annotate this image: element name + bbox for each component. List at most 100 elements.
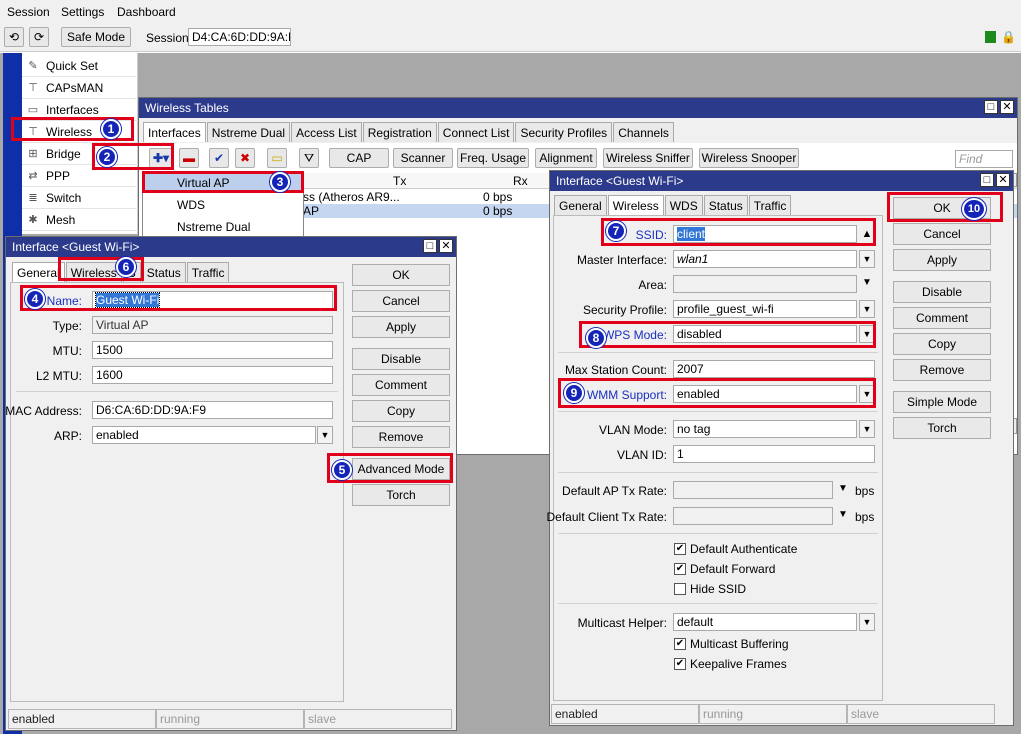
sidebar-item-wireless[interactable]: ⊤ Wireless bbox=[22, 121, 138, 143]
tab-general[interactable]: General bbox=[554, 195, 607, 215]
keepalive-frames-checkbox[interactable]: ✔ Keepalive Frames bbox=[674, 657, 787, 671]
menu-item-wds[interactable]: WDS bbox=[145, 196, 303, 214]
alignment-button[interactable]: Alignment bbox=[535, 148, 597, 168]
session-field[interactable]: D4:CA:6D:DD:9A:F8 bbox=[188, 28, 291, 46]
tab-connect-list[interactable]: Connect List bbox=[437, 122, 515, 142]
remove-button[interactable]: ▬ bbox=[179, 148, 199, 168]
master-interface-select[interactable]: wlan1 bbox=[673, 250, 857, 268]
column-tx[interactable]: Tx bbox=[393, 174, 406, 188]
hide-ssid-checkbox[interactable]: Hide SSID bbox=[674, 582, 746, 596]
wireless-sniffer-button[interactable]: Wireless Sniffer bbox=[603, 148, 693, 168]
wmm-support-select[interactable]: enabled bbox=[673, 385, 857, 403]
close-icon[interactable]: ✕ bbox=[996, 173, 1010, 187]
tab-wireless[interactable]: Wireless bbox=[607, 195, 664, 215]
sidebar-item-quick-set[interactable]: ✎ Quick Set bbox=[22, 55, 138, 77]
maximize-icon[interactable]: □ bbox=[423, 239, 437, 253]
arp-dropdown-button[interactable]: ▼ bbox=[317, 426, 333, 444]
tab-wireless[interactable]: Wireless bbox=[65, 262, 122, 282]
remove-button[interactable]: Remove bbox=[352, 426, 450, 448]
copy-button[interactable]: Copy bbox=[352, 400, 450, 422]
tab-interfaces[interactable]: Interfaces bbox=[143, 122, 206, 142]
disable-button[interactable]: ✖ bbox=[235, 148, 255, 168]
tab-traffic[interactable]: Traffic bbox=[186, 262, 230, 282]
vlan-id-input[interactable]: 1 bbox=[673, 445, 875, 463]
default-ap-tx-rate-dropdown[interactable]: ▼ bbox=[838, 483, 848, 494]
copy-button[interactable]: Copy bbox=[893, 333, 991, 355]
security-profile-dropdown[interactable]: ▼ bbox=[859, 300, 875, 318]
menu-item-nstreme-dual[interactable]: Nstreme Dual bbox=[145, 218, 303, 236]
tab-security-profiles[interactable]: Security Profiles bbox=[515, 122, 613, 142]
safe-mode-button[interactable]: Safe Mode bbox=[61, 27, 131, 47]
sidebar-item-bridge[interactable]: ⊞ Bridge bbox=[22, 143, 138, 165]
default-authenticate-checkbox[interactable]: ✔ Default Authenticate bbox=[674, 542, 797, 556]
close-icon[interactable]: ✕ bbox=[439, 239, 453, 253]
vlan-mode-dropdown[interactable]: ▼ bbox=[859, 420, 875, 438]
sidebar-item-ppp[interactable]: ⇄ PPP bbox=[22, 165, 138, 187]
close-icon[interactable]: ✕ bbox=[1000, 100, 1014, 114]
torch-button[interactable]: Torch bbox=[352, 484, 450, 506]
wps-mode-dropdown[interactable]: ▼ bbox=[859, 325, 875, 343]
tab-status[interactable]: Status bbox=[703, 195, 748, 215]
advanced-mode-button[interactable]: Advanced Mode bbox=[352, 458, 450, 480]
multicast-helper-dropdown[interactable]: ▼ bbox=[859, 613, 875, 631]
column-rx[interactable]: Rx bbox=[513, 174, 528, 188]
ssid-input[interactable]: client bbox=[673, 225, 857, 243]
master-interface-dropdown[interactable]: ▼ bbox=[859, 250, 875, 268]
maximize-icon[interactable]: □ bbox=[984, 100, 998, 114]
simple-mode-button[interactable]: Simple Mode bbox=[893, 391, 991, 413]
cancel-button[interactable]: Cancel bbox=[352, 290, 450, 312]
maximize-icon[interactable]: □ bbox=[980, 173, 994, 187]
apply-button[interactable]: Apply bbox=[893, 249, 991, 271]
menu-dashboard[interactable]: Dashboard bbox=[117, 5, 176, 19]
disable-button[interactable]: Disable bbox=[352, 348, 450, 370]
l2mtu-input[interactable]: 1600 bbox=[92, 366, 333, 384]
sidebar-item-mesh[interactable]: ✱ Mesh bbox=[22, 209, 138, 231]
torch-button[interactable]: Torch bbox=[893, 417, 991, 439]
ok-button[interactable]: OK bbox=[352, 264, 450, 286]
cap-button[interactable]: CAP bbox=[329, 148, 389, 168]
wmm-support-dropdown[interactable]: ▼ bbox=[859, 385, 875, 403]
undo-button[interactable]: ⟲ bbox=[4, 27, 24, 47]
sidebar-item-interfaces[interactable]: ▭ Interfaces bbox=[22, 99, 138, 121]
wps-mode-select[interactable]: disabled bbox=[673, 325, 857, 343]
area-dropdown[interactable]: ▼ bbox=[862, 277, 872, 288]
tab-nstreme-dual[interactable]: Nstreme Dual bbox=[206, 122, 291, 142]
multicast-buffering-checkbox[interactable]: ✔ Multicast Buffering bbox=[674, 637, 789, 651]
tab-access-list[interactable]: Access List bbox=[291, 122, 362, 142]
ssid-collapse-button[interactable]: ▲ bbox=[859, 225, 875, 243]
comment-button[interactable]: Comment bbox=[893, 307, 991, 329]
name-input[interactable]: Guest Wi-Fi bbox=[92, 291, 333, 309]
freq-usage-button[interactable]: Freq. Usage bbox=[457, 148, 529, 168]
menu-settings[interactable]: Settings bbox=[61, 5, 104, 19]
redo-button[interactable]: ⟳ bbox=[29, 27, 49, 47]
mac-address-input[interactable]: D6:CA:6D:DD:9A:F9 bbox=[92, 401, 333, 419]
enable-button[interactable]: ✔ bbox=[209, 148, 229, 168]
tab-general[interactable]: General bbox=[12, 262, 65, 282]
mtu-input[interactable]: 1500 bbox=[92, 341, 333, 359]
find-input[interactable]: Find bbox=[955, 150, 1013, 168]
default-client-tx-rate-dropdown[interactable]: ▼ bbox=[838, 509, 848, 520]
tab-registration[interactable]: Registration bbox=[362, 122, 437, 142]
sidebar-item-capsman[interactable]: ⊤ CAPsMAN bbox=[22, 77, 138, 99]
tab-traffic[interactable]: Traffic bbox=[748, 195, 792, 215]
apply-button[interactable]: Apply bbox=[352, 316, 450, 338]
filter-button[interactable]: ⛛ bbox=[299, 148, 319, 168]
disable-button[interactable]: Disable bbox=[893, 281, 991, 303]
vlan-mode-select[interactable]: no tag bbox=[673, 420, 857, 438]
sidebar-item-switch[interactable]: ≣ Switch bbox=[22, 187, 138, 209]
scanner-button[interactable]: Scanner bbox=[393, 148, 453, 168]
comment-button[interactable]: ▭ bbox=[267, 148, 287, 168]
comment-button[interactable]: Comment bbox=[352, 374, 450, 396]
add-button[interactable]: ✚▾ bbox=[149, 148, 173, 168]
tab-wds[interactable]: WDS bbox=[664, 195, 703, 215]
tab-channels[interactable]: Channels bbox=[613, 122, 674, 142]
wireless-snooper-button[interactable]: Wireless Snooper bbox=[699, 148, 799, 168]
multicast-helper-select[interactable]: default bbox=[673, 613, 857, 631]
tab-status[interactable]: Status bbox=[141, 262, 186, 282]
default-forward-checkbox[interactable]: ✔ Default Forward bbox=[674, 562, 775, 576]
max-station-count-input[interactable]: 2007 bbox=[673, 360, 875, 378]
security-profile-select[interactable]: profile_guest_wi-fi bbox=[673, 300, 857, 318]
menu-session[interactable]: Session bbox=[7, 5, 50, 19]
arp-select[interactable]: enabled bbox=[92, 426, 316, 444]
remove-button[interactable]: Remove bbox=[893, 359, 991, 381]
